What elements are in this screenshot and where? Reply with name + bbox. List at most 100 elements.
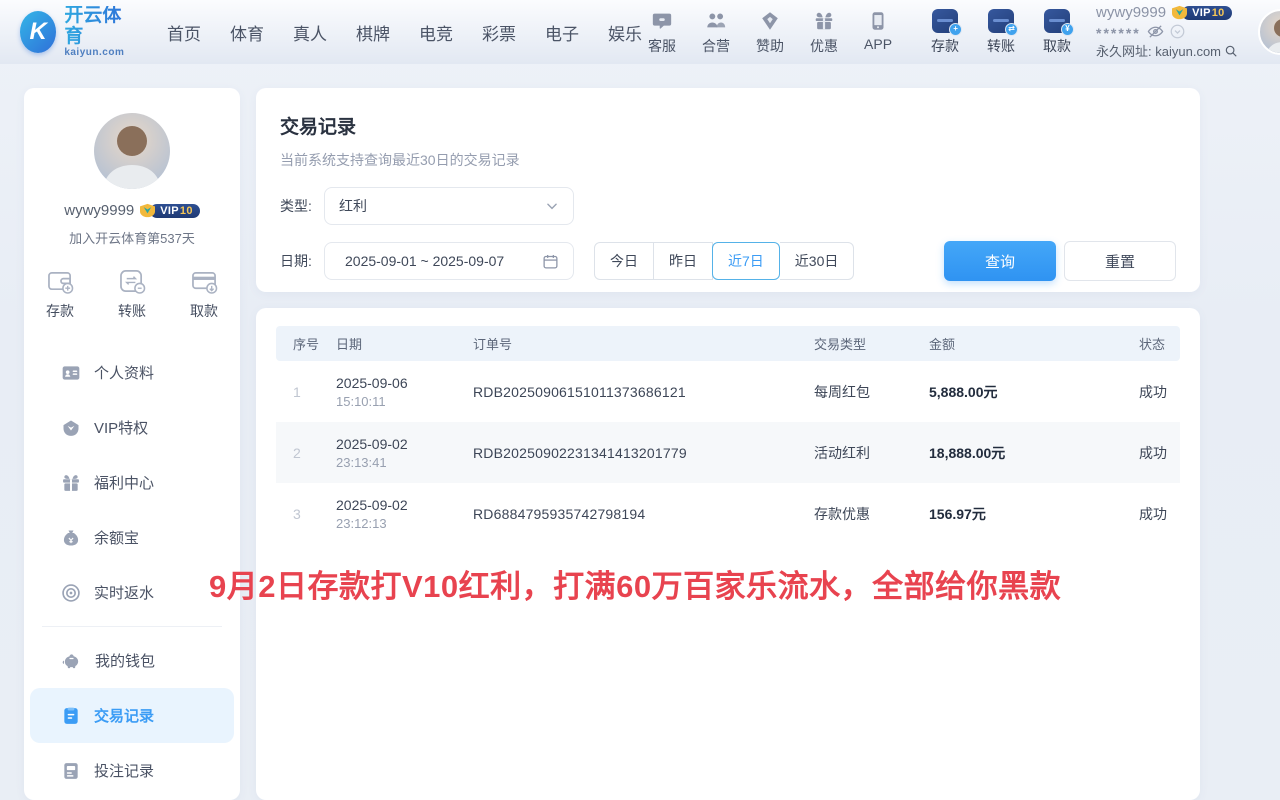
sidebar-deposit-label: 存款	[46, 301, 74, 321]
cell-status: 成功	[1139, 382, 1180, 402]
sidebar-item-welfare-label: 福利中心	[94, 472, 154, 493]
deposit-icon: +	[930, 8, 960, 34]
sidebar-item-welfare[interactable]: 福利中心	[24, 455, 240, 510]
transactions-table-card: 序号 日期 订单号 交易类型 金额 状态 1 2025-09-06 15:10:…	[256, 308, 1200, 800]
sidebar-item-wallet-label: 我的钱包	[95, 650, 155, 671]
cell-seq: 2	[276, 445, 336, 461]
cell-amount: 18,888.00元	[929, 443, 1139, 463]
profile-vip-badge[interactable]: VIP10	[139, 203, 199, 218]
search-icon[interactable]	[1224, 44, 1238, 58]
cell-time-value: 15:10:11	[336, 394, 473, 409]
brand-logo[interactable]: K 开云体育 kaiyun.com	[20, 6, 130, 59]
sidebar-withdraw-label: 取款	[190, 301, 218, 321]
sidebar-item-profile[interactable]: 个人资料	[24, 345, 240, 400]
cell-seq: 3	[276, 506, 336, 522]
wallet-actions: + 存款 ⇄ 转账 ¥ 取款	[924, 8, 1078, 56]
sidebar-item-transactions[interactable]: 交易记录	[30, 688, 234, 743]
profile-avatar[interactable]	[94, 113, 170, 189]
range-today-button[interactable]: 今日	[594, 242, 654, 280]
quick-range-group: 今日 昨日 近7日 近30日	[594, 242, 854, 280]
cell-order: RDB20250906151011373686121	[473, 384, 814, 400]
chevron-down-circle-icon[interactable]	[1170, 24, 1185, 39]
deposit-label: 存款	[931, 36, 959, 56]
bet-record-icon	[61, 761, 81, 781]
service-app[interactable]: APP	[858, 9, 898, 52]
nav-item-sports[interactable]: 体育	[230, 20, 264, 45]
table-row: 2 2025-09-02 23:13:41 RDB202509022313414…	[276, 422, 1180, 483]
service-support[interactable]: 客服	[642, 9, 682, 56]
transfer-button[interactable]: ⇄ 转账	[980, 8, 1022, 56]
vip-text: VIP	[160, 205, 179, 217]
range-yesterday-button[interactable]: 昨日	[654, 242, 713, 280]
sidebar: wywy9999 VIP10 加入开云体育第537天 存款 转账 取款 个人资料…	[24, 88, 240, 800]
vip-shield-icon	[1171, 5, 1188, 20]
page-title: 交易记录	[280, 112, 1176, 139]
cell-amount: 5,888.00元	[929, 382, 1139, 402]
join-days-text: 加入开云体育第537天	[69, 228, 195, 247]
date-range-input[interactable]: 2025-09-01 ~ 2025-09-07	[324, 242, 574, 280]
vip-text: VIP	[1192, 7, 1211, 19]
nav-item-esports[interactable]: 电竞	[419, 20, 453, 45]
service-sponsor[interactable]: 赞助	[750, 9, 790, 56]
sidebar-deposit-button[interactable]: 存款	[46, 269, 74, 321]
service-support-label: 客服	[648, 36, 676, 56]
filter-card: 交易记录 当前系统支持查询最近30日的交易记录 类型: 红利 日期: 2025-…	[256, 88, 1200, 292]
sidebar-item-bets[interactable]: 投注记录	[24, 743, 240, 798]
app-icon	[867, 9, 889, 33]
transaction-record-icon	[61, 706, 81, 726]
gift-icon	[61, 473, 81, 493]
table-row: 3 2025-09-02 23:12:13 RD6884795935742798…	[276, 483, 1180, 544]
eye-off-icon[interactable]	[1147, 23, 1164, 40]
partner-icon	[705, 9, 727, 33]
sidebar-item-bets-label: 投注记录	[94, 760, 154, 781]
rebate-icon	[61, 583, 81, 603]
withdraw-outline-icon	[191, 269, 218, 294]
cell-type: 活动红利	[814, 443, 929, 463]
vip-badge[interactable]: VIP10	[1171, 5, 1231, 20]
cell-date-value: 2025-09-06	[336, 375, 473, 391]
sidebar-transfer-label: 转账	[118, 301, 146, 321]
nav-item-entertainment[interactable]: 娱乐	[608, 20, 642, 45]
withdraw-label: 取款	[1043, 36, 1071, 56]
sponsor-icon	[759, 9, 781, 33]
nav-item-chess[interactable]: 棋牌	[356, 20, 390, 45]
col-date: 日期	[336, 334, 473, 353]
nav-item-slots[interactable]: 电子	[545, 20, 579, 45]
range-30days-button[interactable]: 近30日	[780, 242, 855, 280]
sidebar-item-yuebao[interactable]: 余额宝	[24, 510, 240, 565]
transfer-icon: ⇄	[986, 8, 1016, 34]
sidebar-item-vip[interactable]: VIP特权	[24, 400, 240, 455]
chevron-down-icon	[545, 199, 559, 213]
deposit-button[interactable]: + 存款	[924, 8, 966, 56]
sidebar-transfer-button[interactable]: 转账	[118, 269, 146, 321]
service-promo[interactable]: 优惠	[804, 9, 844, 56]
sidebar-item-rebate[interactable]: 实时返水	[24, 565, 240, 620]
col-order: 订单号	[473, 334, 814, 353]
nav-item-live[interactable]: 真人	[293, 20, 327, 45]
cell-date-value: 2025-09-02	[336, 436, 473, 452]
sidebar-item-rebate-label: 实时返水	[94, 582, 154, 603]
avatar[interactable]	[1258, 9, 1280, 55]
cell-status: 成功	[1139, 504, 1180, 524]
vip-gem-icon	[61, 418, 81, 438]
vip-level: 10	[180, 205, 193, 217]
service-partner-label: 合营	[702, 36, 730, 56]
nav-item-lottery[interactable]: 彩票	[482, 20, 516, 45]
sidebar-item-vip-label: VIP特权	[94, 417, 148, 438]
vip-shield-icon	[139, 203, 156, 218]
sidebar-item-wallet[interactable]: 我的钱包	[24, 633, 240, 688]
type-label: 类型:	[280, 196, 324, 216]
nav-item-home[interactable]: 首页	[167, 20, 201, 45]
type-select[interactable]: 红利	[324, 187, 574, 225]
sidebar-withdraw-button[interactable]: 取款	[190, 269, 218, 321]
transfer-outline-icon	[119, 269, 146, 294]
range-7days-button[interactable]: 近7日	[712, 242, 780, 280]
query-button[interactable]: 查询	[944, 241, 1056, 281]
user-info: wywy9999 VIP10 ****** 永久网址: kaiyun.com	[1096, 4, 1246, 60]
masked-balance: ******	[1096, 22, 1141, 40]
reset-button[interactable]: 重置	[1064, 241, 1176, 281]
service-partner[interactable]: 合营	[696, 9, 736, 56]
withdraw-button[interactable]: ¥ 取款	[1036, 8, 1078, 56]
cell-order: RDB20250902231341413201779	[473, 445, 814, 461]
type-select-value: 红利	[339, 196, 545, 216]
